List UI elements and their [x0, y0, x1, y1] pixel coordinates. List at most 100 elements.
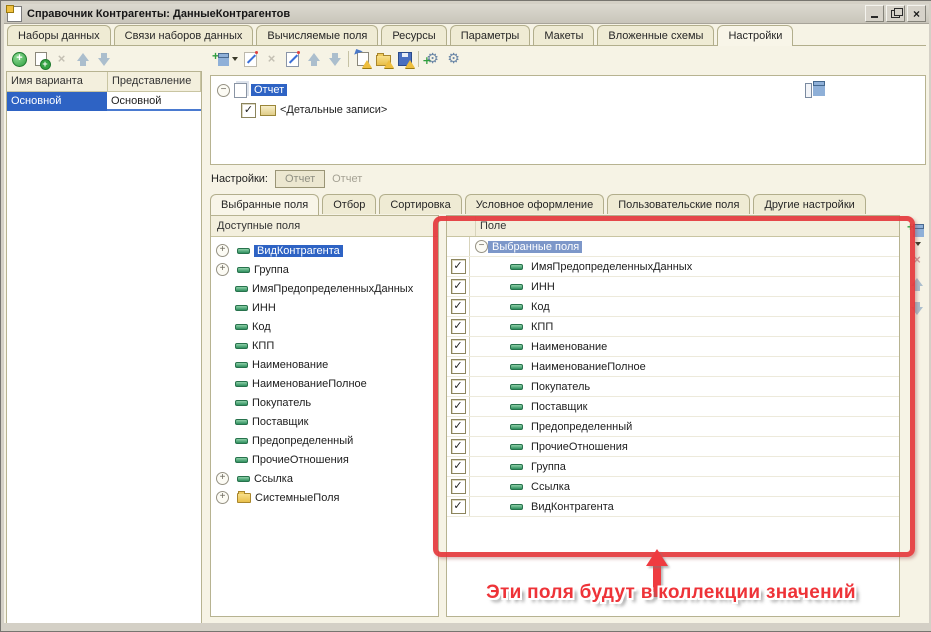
delete-variant-button[interactable]: ×: [51, 49, 72, 69]
view-scheme-settings-button[interactable]: ⚙: [443, 49, 464, 69]
available-field-row[interactable]: + ВидКонтрагента: [211, 241, 438, 260]
selected-field-row[interactable]: ✓ИНН: [447, 277, 899, 297]
setting-down-button[interactable]: [324, 49, 345, 69]
collapse-icon[interactable]: −: [217, 84, 230, 97]
minimize-button[interactable]: [865, 5, 884, 22]
field-checkbox[interactable]: ✓: [451, 339, 466, 354]
tree-detail-row[interactable]: ✓ <Детальные записи>: [211, 100, 925, 120]
selected-field-row[interactable]: ✓Код: [447, 297, 899, 317]
report-path-button[interactable]: Отчет: [275, 170, 325, 188]
settings-tab[interactable]: Сортировка: [379, 194, 461, 214]
selected-field-row[interactable]: ✓Покупатель: [447, 377, 899, 397]
settings-tab[interactable]: Выбранные поля: [210, 194, 319, 215]
tree-root-label[interactable]: Отчет: [251, 84, 287, 96]
selected-field-row[interactable]: ✓ПрочиеОтношения: [447, 437, 899, 457]
restore-button[interactable]: [886, 5, 905, 22]
selected-fields-group-row[interactable]: −Выбранные поля: [447, 237, 899, 257]
field-checkbox[interactable]: ✓: [451, 359, 466, 374]
collapse-icon[interactable]: −: [475, 240, 488, 253]
copy-variant-button[interactable]: [30, 49, 51, 69]
variant-down-button[interactable]: [93, 49, 114, 69]
available-field-row[interactable]: +Группа: [211, 260, 438, 279]
main-tab[interactable]: Настройки: [717, 25, 793, 46]
available-field-row[interactable]: ПрочиеОтношения: [211, 450, 438, 469]
available-field-row[interactable]: ИмяПредопределенныхДанных: [211, 279, 438, 298]
settings-tab[interactable]: Другие настройки: [753, 194, 865, 214]
settings-wizard-button[interactable]: [282, 49, 303, 69]
expand-icon[interactable]: +: [216, 491, 229, 504]
available-field-row[interactable]: Предопределенный: [211, 431, 438, 450]
delete-setting-button[interactable]: ×: [261, 49, 282, 69]
available-field-row[interactable]: НаименованиеПолное: [211, 374, 438, 393]
selected-field-row[interactable]: ✓Наименование: [447, 337, 899, 357]
main-tab[interactable]: Параметры: [450, 25, 531, 45]
open-settings-button[interactable]: [352, 49, 373, 69]
main-tab[interactable]: Вычисляемые поля: [256, 25, 378, 45]
variant-row[interactable]: Основной Основной: [7, 92, 201, 111]
field-checkbox[interactable]: ✓: [451, 419, 466, 434]
available-field-row[interactable]: Поставщик: [211, 412, 438, 431]
selected-field-row[interactable]: ✓ИмяПредопределенныхДанных: [447, 257, 899, 277]
field-checkbox[interactable]: ✓: [451, 479, 466, 494]
field-label: ИНН: [252, 302, 276, 314]
main-tab[interactable]: Макеты: [533, 25, 594, 45]
field-down-button[interactable]: [907, 298, 928, 318]
field-checkbox[interactable]: ✓: [451, 259, 466, 274]
main-tab[interactable]: Вложенные схемы: [597, 25, 714, 45]
field-checkbox[interactable]: ✓: [451, 459, 466, 474]
edit-setting-button[interactable]: [240, 49, 261, 69]
main-tab[interactable]: Наборы данных: [7, 25, 111, 45]
variant-presentation-cell[interactable]: Основной: [107, 92, 201, 111]
selected-field-row[interactable]: ✓Ссылка: [447, 477, 899, 497]
settings-tab[interactable]: Пользовательские поля: [607, 194, 750, 214]
settings-tab[interactable]: Условное оформление: [465, 194, 604, 214]
tree-detail-label[interactable]: <Детальные записи>: [280, 104, 387, 116]
main-tab[interactable]: Ресурсы: [381, 25, 446, 45]
available-field-row[interactable]: Покупатель: [211, 393, 438, 412]
field-label: ВидКонтрагента: [254, 245, 343, 257]
field-checkbox[interactable]: ✓: [451, 499, 466, 514]
close-button[interactable]: ×: [907, 5, 926, 22]
field-checkbox[interactable]: ✓: [451, 439, 466, 454]
selected-field-row[interactable]: ✓Предопределенный: [447, 417, 899, 437]
save-settings-button[interactable]: [394, 49, 415, 69]
add-field-dropdown-icon[interactable]: [915, 242, 921, 246]
variant-name-cell[interactable]: Основной: [7, 92, 107, 111]
column-variant-name[interactable]: Имя варианта: [7, 72, 108, 91]
settings-tab[interactable]: Отбор: [322, 194, 376, 214]
column-presentation[interactable]: Представление: [108, 72, 201, 91]
add-field-button[interactable]: [907, 222, 928, 238]
main-tab[interactable]: Связи наборов данных: [114, 25, 254, 45]
report-path-current: Отчет: [332, 173, 362, 185]
load-settings-button[interactable]: [373, 49, 394, 69]
field-up-button[interactable]: [907, 274, 928, 294]
setting-up-button[interactable]: [303, 49, 324, 69]
available-field-row[interactable]: КПП: [211, 336, 438, 355]
remove-field-button[interactable]: ×: [907, 250, 928, 270]
field-checkbox[interactable]: ✓: [451, 319, 466, 334]
available-field-row[interactable]: Наименование: [211, 355, 438, 374]
variant-up-button[interactable]: [72, 49, 93, 69]
detail-checkbox[interactable]: ✓: [241, 103, 256, 118]
available-field-row[interactable]: +Ссылка: [211, 469, 438, 488]
field-checkbox[interactable]: ✓: [451, 379, 466, 394]
selected-field-row[interactable]: ✓Поставщик: [447, 397, 899, 417]
available-field-row[interactable]: +СистемныеПоля: [211, 488, 438, 507]
available-field-row[interactable]: Код: [211, 317, 438, 336]
available-field-row[interactable]: ИНН: [211, 298, 438, 317]
add-scheme-settings-button[interactable]: ⚙: [422, 49, 443, 69]
selected-field-row[interactable]: ✓КПП: [447, 317, 899, 337]
expand-icon[interactable]: +: [216, 244, 229, 257]
field-checkbox[interactable]: ✓: [451, 299, 466, 314]
field-checkbox[interactable]: ✓: [451, 399, 466, 414]
field-icon: [235, 400, 248, 406]
add-variant-button[interactable]: [9, 49, 30, 69]
field-checkbox[interactable]: ✓: [451, 279, 466, 294]
selected-field-row[interactable]: ✓НаименованиеПолное: [447, 357, 899, 377]
structure-icon[interactable]: [805, 81, 825, 98]
expand-icon[interactable]: +: [216, 263, 229, 276]
add-setting-button[interactable]: [212, 49, 240, 69]
expand-icon[interactable]: +: [216, 472, 229, 485]
selected-field-row[interactable]: ✓ВидКонтрагента: [447, 497, 899, 517]
selected-field-row[interactable]: ✓Группа: [447, 457, 899, 477]
